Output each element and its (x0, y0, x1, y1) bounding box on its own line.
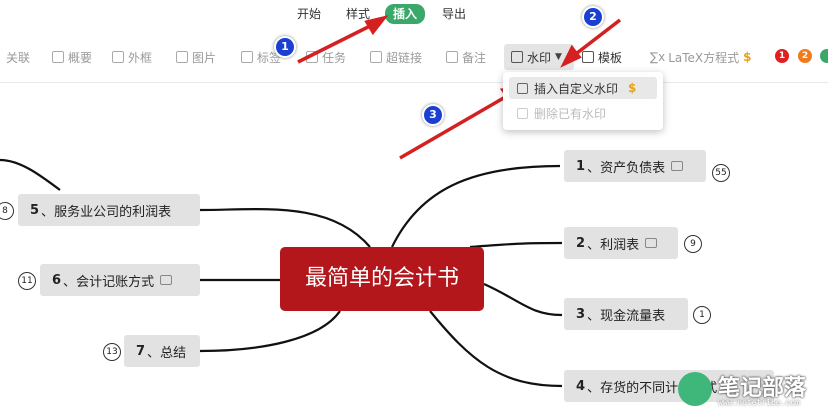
branch-line-5 (199, 208, 371, 248)
count-badge: 9 (684, 235, 702, 253)
topic-node-7[interactable]: 7、总结 (124, 335, 200, 367)
topic-node-2[interactable]: 2、利润表 (564, 227, 678, 259)
topic-node-3[interactable]: 3、现金流量表 (564, 298, 688, 330)
coin-icon: $ (628, 81, 637, 95)
delete-watermark-item[interactable]: 删除已有水印 (509, 102, 657, 124)
step-marker-2: 2 (584, 8, 602, 26)
step-marker-1: 1 (276, 38, 294, 56)
trash-icon (517, 107, 528, 119)
count-badge: 55 (712, 164, 730, 182)
count-badge: 13 (103, 343, 121, 361)
watermark-dropdown: 插入自定义水印 $ 删除已有水印 (503, 72, 663, 130)
topic-node-5[interactable]: 5、服务业公司的利润表 (18, 194, 200, 226)
watermark-icon (517, 82, 528, 94)
count-badge: 1 (693, 306, 711, 324)
topic-node-6[interactable]: 6、会计记账方式 (40, 264, 200, 296)
branch-line-7 (199, 310, 341, 353)
count-badge: 11 (18, 272, 36, 290)
site-watermark: 笔记部落 www.notetribe.com (670, 362, 828, 414)
note-icon (671, 161, 684, 171)
pen-logo-icon (678, 372, 712, 406)
insert-custom-watermark-item[interactable]: 插入自定义水印 $ (509, 77, 657, 99)
arrow-1 (297, 20, 379, 64)
step-marker-3: 3 (424, 106, 442, 124)
branch-line-4 (429, 310, 563, 388)
branch-line-2 (469, 241, 563, 249)
topic-node-1[interactable]: 1、资产负债表 (564, 150, 706, 182)
note-icon (160, 275, 173, 285)
central-topic[interactable]: 最简单的会计书 (280, 247, 484, 311)
branch-line-1 (391, 164, 561, 248)
note-icon (645, 238, 658, 248)
branch-line-3 (483, 282, 563, 317)
arrow-3 (399, 90, 515, 160)
branch-line-left-edge (0, 158, 61, 191)
